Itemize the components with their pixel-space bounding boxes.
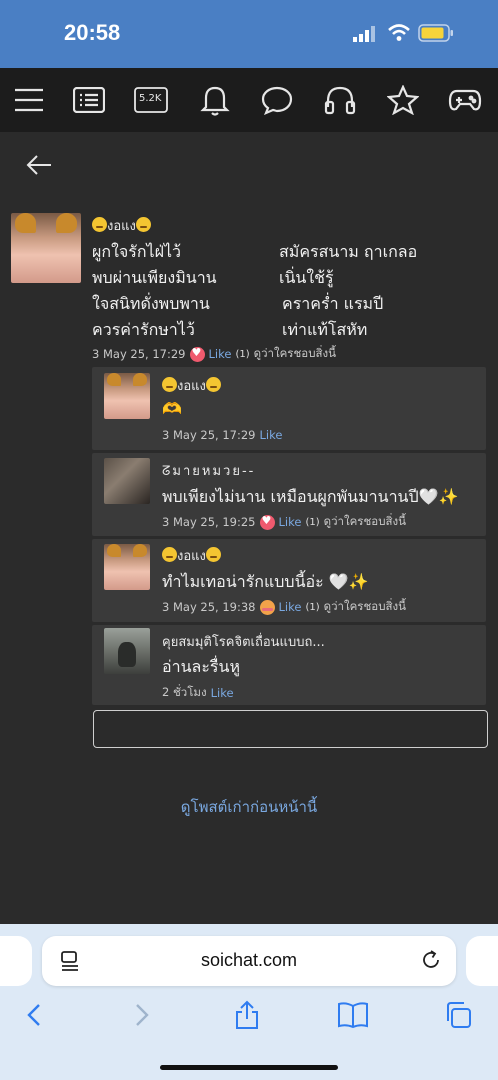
like-button[interactable]: Like xyxy=(209,347,232,361)
username-label: งอแง xyxy=(177,549,206,564)
headphones-icon[interactable] xyxy=(323,84,357,116)
count-badge-label: 5.2K xyxy=(139,93,162,104)
chat-icon[interactable] xyxy=(260,84,294,116)
post-meta: 3 May 25, 17:29 Like (1) ดูว่าใครชอบสิ่ง… xyxy=(92,345,336,363)
like-button[interactable]: Like xyxy=(279,515,302,529)
poem-line: สมัครสนาม ฤาเกลอ xyxy=(279,242,418,261)
wifi-icon xyxy=(388,24,410,41)
reply-text: 🫶 xyxy=(162,399,182,418)
forward-icon[interactable] xyxy=(126,1000,156,1030)
like-count: (1) xyxy=(235,348,250,360)
poem-line: เนิ่นใช้รู้ xyxy=(279,268,334,287)
reply-date: 3 May 25, 19:38 xyxy=(162,600,256,614)
bell-icon[interactable] xyxy=(198,84,232,116)
emoji-icon xyxy=(205,377,221,392)
clock: 20:58 xyxy=(64,20,121,45)
reply-meta: 2 ชั่วโมง Like xyxy=(162,684,234,702)
emoji-icon xyxy=(135,217,151,232)
reply-meta: 3 May 25, 17:29 Like xyxy=(162,428,282,442)
avatar[interactable] xyxy=(11,213,81,283)
list-icon[interactable] xyxy=(72,84,106,116)
post-date: 3 May 25, 17:29 xyxy=(92,347,186,361)
who-likes-link[interactable]: ดูว่าใครชอบสิ่งนี้ xyxy=(324,598,406,616)
home-indicator xyxy=(160,1065,338,1070)
reply-username[interactable]: งอแง xyxy=(162,545,221,566)
bookmarks-icon[interactable] xyxy=(337,1000,368,1030)
poem-line: ควรค่ารักษาไว้ xyxy=(92,320,195,339)
post-username[interactable]: งอแง xyxy=(92,215,151,236)
previous-tab[interactable] xyxy=(0,936,32,986)
reply-meta: 3 May 25, 19:25 Like (1) ดูว่าใครชอบสิ่ง… xyxy=(162,513,406,531)
reply-username[interactable]: คุยสมมุติโรคจิตเถื่อนแบบถ... xyxy=(162,631,325,652)
back-arrow-icon[interactable] xyxy=(24,150,54,180)
blush-reaction-icon xyxy=(259,599,275,615)
like-button[interactable]: Like xyxy=(211,686,234,700)
emoji-icon xyxy=(92,217,107,232)
poem-line: ผูกใจรักไฝ่ไว้ xyxy=(92,242,181,261)
like-button[interactable]: Like xyxy=(279,600,302,614)
older-posts-link[interactable]: ดูโพสต์เก่าก่อนหน้านี้ xyxy=(0,795,498,819)
address-bar[interactable]: soichat.com xyxy=(42,936,456,986)
avatar[interactable] xyxy=(104,458,150,504)
reply-meta: 3 May 25, 19:38 Like (1) ดูว่าใครชอบสิ่ง… xyxy=(162,598,406,616)
count-badge-icon[interactable]: 5.2K xyxy=(134,84,168,116)
who-likes-link[interactable]: ดูว่าใครชอบสิ่งนี้ xyxy=(254,345,336,363)
reply-text: พบเพียงไม่นาน เหมือนผูกพันมานานปี🤍✨ xyxy=(162,487,459,506)
emoji-icon xyxy=(162,547,177,562)
reply-date: 3 May 25, 19:25 xyxy=(162,515,256,529)
poem-line: พบผ่านเพียงมินาน xyxy=(92,268,217,287)
like-button[interactable]: Like xyxy=(260,428,283,442)
avatar[interactable] xyxy=(104,544,150,590)
next-tab[interactable] xyxy=(466,936,498,986)
poem-line: คราคร่ำ แรมปี xyxy=(282,294,384,313)
reply-input[interactable] xyxy=(93,710,488,748)
share-icon[interactable] xyxy=(232,1000,262,1030)
menu-icon[interactable] xyxy=(12,84,46,116)
poem-line: ใจสนิทดั่งพบพาน xyxy=(92,294,210,313)
status-bar: 20:58 xyxy=(0,0,498,68)
emoji-icon xyxy=(205,547,221,562)
poem-line: เท่าแท้โสหัท xyxy=(282,320,368,339)
username-label: งอแง xyxy=(107,219,136,234)
reply-username[interactable]: ᘔมายหมวย-- xyxy=(162,460,255,481)
tabs-icon[interactable] xyxy=(443,1000,473,1030)
gamepad-icon[interactable] xyxy=(448,84,482,116)
reply-date: 3 May 25, 17:29 xyxy=(162,428,256,442)
reload-icon[interactable] xyxy=(420,949,442,971)
back-icon[interactable] xyxy=(20,1000,50,1030)
top-nav: 5.2K xyxy=(0,68,498,132)
url-text: soichat.com xyxy=(200,950,298,970)
emoji-icon xyxy=(162,377,177,392)
star-icon[interactable] xyxy=(386,84,420,116)
heart-reaction-icon xyxy=(189,346,205,362)
reply-text: อ่านละรื่นหู xyxy=(162,657,241,676)
like-count: (1) xyxy=(305,601,320,613)
like-count: (1) xyxy=(305,516,320,528)
avatar[interactable] xyxy=(104,373,150,419)
reply-card xyxy=(92,367,486,450)
avatar[interactable] xyxy=(104,628,150,674)
who-likes-link[interactable]: ดูว่าใครชอบสิ่งนี้ xyxy=(324,513,406,531)
reply-text: ทำไมเทอน่ารักแบบนี้อ่ะ 🤍✨ xyxy=(162,572,369,591)
heart-reaction-icon xyxy=(259,514,275,530)
reply-date: 2 ชั่วโมง xyxy=(162,685,207,699)
username-label: งอแง xyxy=(177,379,206,394)
reply-username[interactable]: งอแง xyxy=(162,375,221,396)
cellular-signal-icon xyxy=(353,26,375,42)
battery-icon xyxy=(418,24,453,42)
